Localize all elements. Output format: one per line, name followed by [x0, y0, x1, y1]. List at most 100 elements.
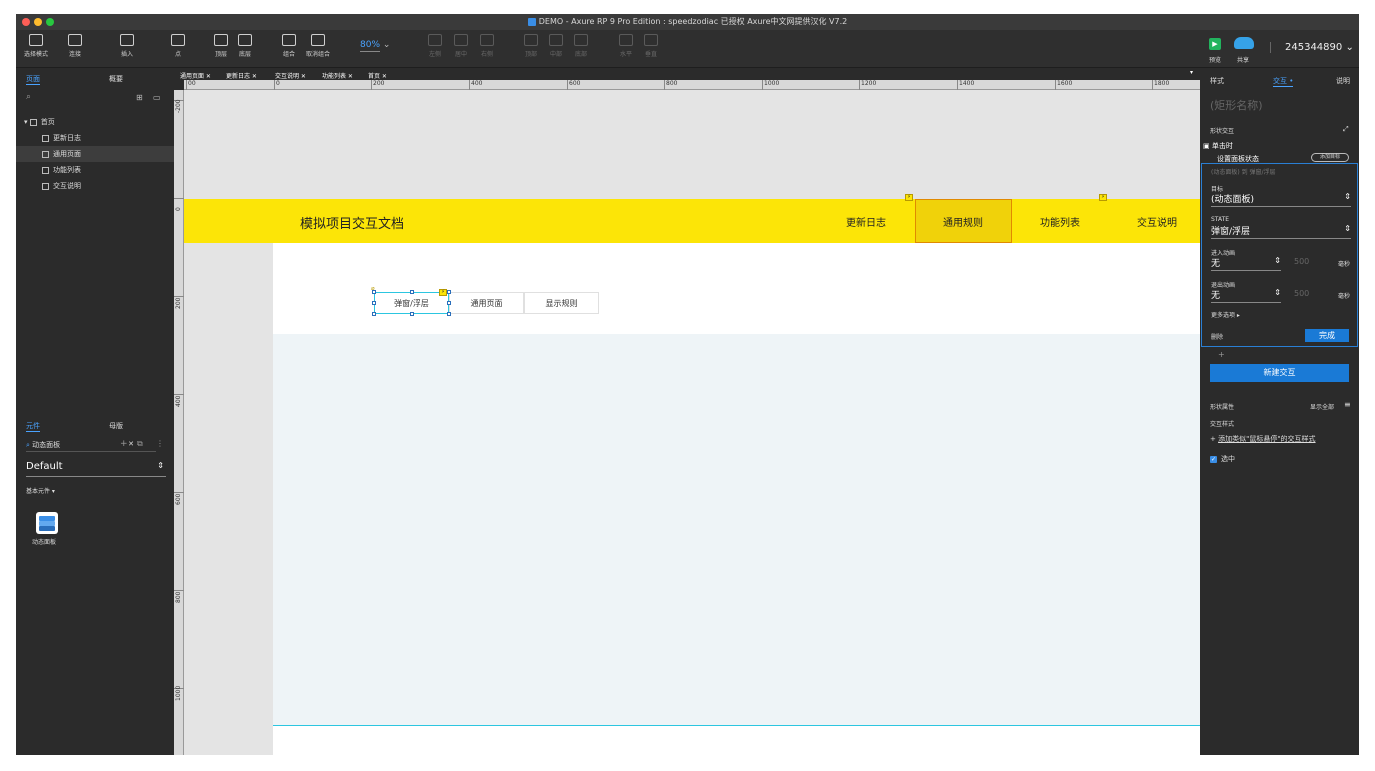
target-select[interactable]: (动态面板) ⇕: [1211, 192, 1351, 207]
close-window-icon[interactable]: [22, 18, 30, 26]
distribute-horizontal-label: 水平: [619, 51, 632, 58]
nav-changelog[interactable]: 更新日志: [846, 214, 886, 229]
ruler-tick: 400: [469, 80, 482, 90]
app-window: DEMO - Axure RP 9 Pro Edition : speedzod…: [16, 14, 1359, 755]
align-top-button[interactable]: 顶部: [524, 34, 538, 58]
exit-duration-input[interactable]: 500: [1294, 289, 1309, 298]
tab-outline[interactable]: 概要: [109, 74, 123, 84]
lightning-icon[interactable]: ⚡: [1099, 194, 1107, 201]
doc-tab-changelog[interactable]: 更新日志 ✕: [226, 71, 257, 80]
shape-name-field[interactable]: (矩形名称): [1210, 97, 1263, 113]
more-icon[interactable]: ⋮: [156, 439, 164, 448]
menu-icon[interactable]: ≡: [1344, 400, 1351, 409]
rotate-handle-icon[interactable]: ⌀: [371, 285, 375, 292]
library-select[interactable]: Default ⇕: [26, 461, 166, 477]
page-item-interactions[interactable]: 交互说明: [16, 178, 174, 194]
resize-handle[interactable]: [410, 290, 414, 294]
selected-checkbox[interactable]: ✓ 选中: [1210, 454, 1235, 464]
align-right-button[interactable]: 右侧: [480, 34, 494, 58]
right-panel: 样式 交互 • 说明 (矩形名称) 形状交互 ⤢ ▣ 单击时 设置面板状态 添加…: [1200, 69, 1359, 755]
tab-notes[interactable]: 说明: [1336, 76, 1350, 86]
done-button[interactable]: 完成: [1305, 329, 1349, 342]
nav-interactions[interactable]: 交互说明: [1137, 214, 1177, 229]
show-all-button[interactable]: 显示全部: [1310, 402, 1334, 411]
segment-display-rules[interactable]: 显示规则: [524, 292, 599, 314]
doc-tab-home[interactable]: 首页 ✕: [368, 71, 387, 80]
doc-tab-general[interactable]: 通用页面 ✕: [180, 71, 211, 80]
event-onclick[interactable]: ▣ 单击时: [1203, 141, 1233, 151]
ungroup-button[interactable]: 取消组合: [306, 34, 330, 58]
align-center-icon: [454, 34, 468, 46]
page-item-home[interactable]: ▾ 首页: [16, 114, 174, 130]
delete-action-button[interactable]: 删除: [1211, 332, 1223, 341]
zoom-select[interactable]: 80% ⌄: [360, 40, 390, 52]
header-bar[interactable]: 模拟项目交互文档 更新日志 通用规则 功能列表 交互说明: [184, 199, 1200, 243]
distribute-vertical-button[interactable]: 垂直: [644, 34, 658, 58]
doc-tab-interactions[interactable]: 交互说明 ✕: [275, 71, 306, 80]
preview-button[interactable]: ▶: [1209, 38, 1221, 50]
lightning-icon[interactable]: ⚡: [439, 289, 447, 296]
resize-handle[interactable]: [410, 312, 414, 316]
tabs-overflow-icon[interactable]: ▾: [1190, 69, 1193, 76]
group-button[interactable]: 组合: [282, 34, 296, 58]
resize-handle[interactable]: [372, 312, 376, 316]
bring-top-button[interactable]: 顶层: [214, 34, 228, 58]
add-hover-style-label: 添加类似"鼠标悬停"的交互样式: [1218, 435, 1316, 443]
resize-handle[interactable]: [447, 312, 451, 316]
add-library-icon[interactable]: +: [120, 439, 128, 449]
zoom-window-icon[interactable]: [46, 18, 54, 26]
expand-panel-icon[interactable]: ⤢: [1343, 125, 1349, 134]
exit-animation-select[interactable]: 无 ⇕: [1211, 288, 1281, 303]
page-item-features[interactable]: 功能列表: [16, 162, 174, 178]
align-bottom-button[interactable]: 底部: [574, 34, 588, 58]
enter-animation-select[interactable]: 无 ⇕: [1211, 256, 1281, 271]
page-item-general[interactable]: 通用页面: [16, 146, 174, 162]
content-background[interactable]: [273, 334, 1200, 755]
content-panel[interactable]: [273, 243, 1200, 334]
basic-widgets-section[interactable]: 基本元件 ▾: [26, 486, 55, 495]
clear-icon[interactable]: ✕: [128, 440, 134, 448]
distribute-horizontal-button[interactable]: 水平: [619, 34, 633, 58]
add-page-icon[interactable]: ⊞: [136, 93, 143, 102]
segment-popup-layer[interactable]: 弹窗/浮层: [374, 292, 449, 314]
add-action-button[interactable]: +: [1218, 350, 1225, 359]
share-button[interactable]: [1234, 37, 1254, 49]
enter-duration-input[interactable]: 500: [1294, 257, 1309, 266]
lightning-icon[interactable]: ⚡: [905, 194, 913, 201]
account-menu[interactable]: 245344890 ⌄: [1270, 42, 1354, 53]
page-item-changelog[interactable]: 更新日志: [16, 130, 174, 146]
nav-general-rules[interactable]: 通用规则: [943, 214, 983, 229]
point-button[interactable]: 点: [171, 34, 185, 58]
add-target-button[interactable]: 添加目标: [1311, 153, 1349, 162]
tab-masters[interactable]: 母版: [109, 421, 123, 431]
nav-features[interactable]: 功能列表: [1040, 214, 1080, 229]
resize-handle[interactable]: [447, 290, 451, 294]
more-options-toggle[interactable]: 更多选项 ▸: [1211, 310, 1240, 319]
align-middle-button[interactable]: 中部: [549, 34, 563, 58]
tab-interactions[interactable]: 交互 •: [1273, 76, 1294, 87]
tab-widgets[interactable]: 元件: [26, 421, 40, 432]
connect-button[interactable]: 连接: [68, 34, 82, 58]
content-footer[interactable]: [273, 725, 1200, 755]
add-hover-style-link[interactable]: + 添加类似"鼠标悬停"的交互样式: [1210, 434, 1316, 444]
segment-general-page[interactable]: 通用页面: [449, 292, 524, 314]
insert-button[interactable]: 插入: [120, 34, 134, 58]
new-interaction-button[interactable]: 新建交互: [1210, 364, 1349, 382]
minimize-window-icon[interactable]: [34, 18, 42, 26]
dynamic-panel-widget[interactable]: [36, 512, 58, 534]
doc-tab-features[interactable]: 功能列表 ✕: [322, 71, 353, 80]
tab-style[interactable]: 样式: [1210, 76, 1224, 86]
search-icon[interactable]: ⌕: [26, 92, 31, 102]
align-left-button[interactable]: 左侧: [428, 34, 442, 58]
send-bottom-button[interactable]: 底层: [238, 34, 252, 58]
tab-pages[interactable]: 页面: [26, 74, 40, 85]
resize-handle[interactable]: [372, 301, 376, 305]
design-canvas[interactable]: 模拟项目交互文档 更新日志 通用规则 功能列表 交互说明 ⚡ ⚡ 弹窗/浮层 通…: [184, 90, 1200, 755]
resize-handle[interactable]: [447, 301, 451, 305]
ruler-tick: 800: [664, 80, 677, 90]
align-center-button[interactable]: 居中: [454, 34, 468, 58]
select-mode-button[interactable]: 选择模式: [24, 34, 48, 58]
library-copy-icon[interactable]: ⧉: [137, 439, 143, 449]
state-select[interactable]: 弹窗/浮层 ⇕: [1211, 224, 1351, 239]
add-folder-icon[interactable]: ▭: [153, 93, 161, 102]
